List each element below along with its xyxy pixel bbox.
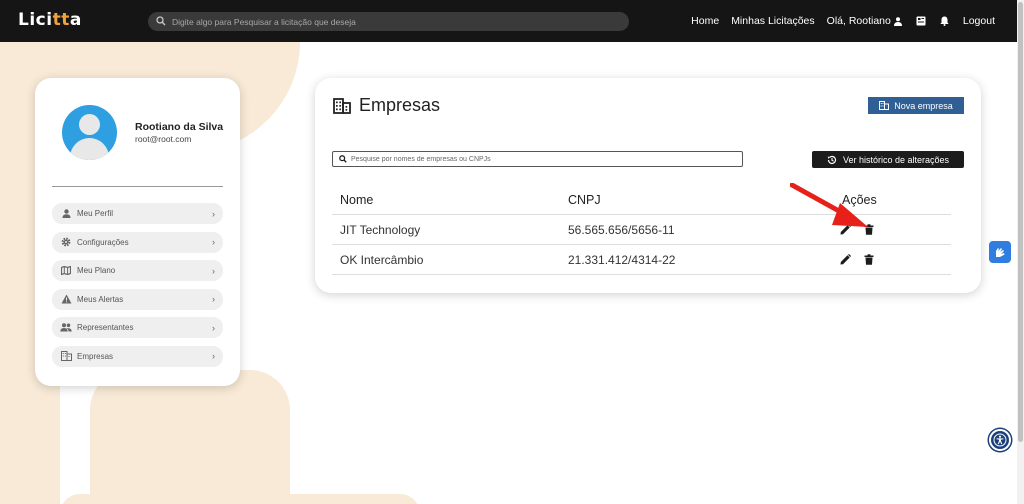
menu-label: Meu Perfil bbox=[77, 209, 114, 218]
table-row: OK Intercâmbio 21.331.412/4314-22 bbox=[332, 245, 951, 275]
dashboard-icon[interactable] bbox=[916, 16, 926, 26]
cell-acoes bbox=[832, 254, 951, 265]
menu-label: Configurações bbox=[77, 237, 129, 247]
search-icon bbox=[339, 155, 347, 163]
empresas-search[interactable] bbox=[332, 151, 743, 167]
cell-nome: OK Intercâmbio bbox=[340, 252, 424, 267]
hands-icon bbox=[993, 245, 1007, 259]
nova-empresa-button[interactable]: Nova empresa bbox=[868, 97, 964, 114]
gear-icon bbox=[60, 236, 72, 248]
greeting-label: Olá, Rootiano bbox=[826, 15, 891, 27]
menu-label: Representantes bbox=[77, 323, 134, 333]
person-icon bbox=[60, 208, 72, 220]
nav-minhas-licitacoes[interactable]: Minhas Licitações bbox=[731, 15, 814, 27]
search-icon bbox=[156, 13, 166, 31]
nav-user-greeting[interactable]: Olá, Rootiano bbox=[827, 15, 902, 27]
nova-empresa-label: Nova empresa bbox=[894, 100, 953, 111]
chevron-right-icon: › bbox=[212, 351, 215, 362]
background-shape bbox=[90, 370, 290, 504]
menu-label: Meu Plano bbox=[77, 266, 116, 276]
scrollbar-thumb[interactable] bbox=[1018, 2, 1023, 442]
menu-label: Empresas bbox=[77, 351, 114, 361]
building-icon bbox=[60, 350, 72, 362]
menu-item-empresas[interactable]: Empresas › bbox=[52, 345, 223, 367]
libras-accessibility-button[interactable] bbox=[989, 241, 1011, 263]
profile-email: root@root.com bbox=[135, 134, 192, 144]
warning-icon bbox=[60, 293, 72, 305]
divider bbox=[52, 186, 223, 187]
page-title: Empresas bbox=[333, 95, 440, 116]
user-icon bbox=[893, 16, 902, 26]
chevron-right-icon: › bbox=[212, 237, 215, 248]
bell-icon[interactable] bbox=[940, 16, 949, 26]
top-navbar: Licitta Home Minhas Licitações Olá, Root… bbox=[0, 0, 1017, 42]
historico-button[interactable]: Ver histórico de alterações bbox=[812, 151, 964, 168]
background-shape bbox=[60, 494, 420, 504]
cell-nome: JIT Technology bbox=[340, 222, 421, 237]
avatar bbox=[62, 105, 117, 160]
logo[interactable]: Licitta bbox=[18, 10, 82, 30]
profile-menu: Meu Perfil › Configurações › Meu Plano ›… bbox=[52, 203, 223, 375]
title-label: Empresas bbox=[359, 95, 441, 115]
menu-item-representantes[interactable]: Representantes › bbox=[52, 317, 223, 339]
cell-cnpj: 21.331.412/4314-22 bbox=[568, 252, 676, 267]
global-search-input[interactable] bbox=[172, 16, 612, 27]
profile-name: Rootiano da Silva bbox=[135, 121, 224, 133]
global-search[interactable] bbox=[148, 12, 629, 31]
menu-item-configuracoes[interactable]: Configurações › bbox=[52, 231, 223, 253]
profile-card: Rootiano da Silva root@root.com Meu Perf… bbox=[35, 78, 240, 386]
history-icon bbox=[827, 155, 837, 165]
menu-label: Meus Alertas bbox=[77, 294, 124, 304]
column-header-nome: Nome bbox=[340, 192, 374, 207]
menu-item-meu-plano[interactable]: Meu Plano › bbox=[52, 260, 223, 282]
menu-item-meus-alertas[interactable]: Meus Alertas › bbox=[52, 288, 223, 310]
chevron-right-icon: › bbox=[212, 294, 215, 305]
historico-label: Ver histórico de alterações bbox=[842, 154, 950, 165]
logout-link[interactable]: Logout bbox=[963, 15, 995, 27]
chevron-right-icon: › bbox=[212, 322, 215, 333]
edit-icon[interactable] bbox=[840, 254, 851, 265]
chevron-right-icon: › bbox=[212, 265, 215, 276]
nav-home[interactable]: Home bbox=[691, 15, 719, 27]
building-icon bbox=[879, 101, 890, 110]
menu-item-meu-perfil[interactable]: Meu Perfil › bbox=[52, 203, 223, 224]
map-icon bbox=[60, 265, 72, 277]
accessibility-button[interactable] bbox=[989, 429, 1011, 451]
people-icon bbox=[60, 322, 72, 334]
chevron-right-icon: › bbox=[212, 208, 215, 219]
building-icon bbox=[333, 97, 351, 114]
empresas-search-input[interactable] bbox=[351, 155, 731, 163]
accessibility-icon bbox=[993, 433, 1007, 447]
nav-links: Home Minhas Licitações Olá, Rootiano Log… bbox=[679, 0, 995, 42]
trash-icon[interactable] bbox=[864, 254, 874, 265]
annotation-arrow-icon bbox=[790, 183, 868, 227]
page-scrollbar[interactable] bbox=[1017, 0, 1024, 504]
empresas-card: Empresas Nova empresa Ver histórico de a… bbox=[315, 78, 981, 293]
